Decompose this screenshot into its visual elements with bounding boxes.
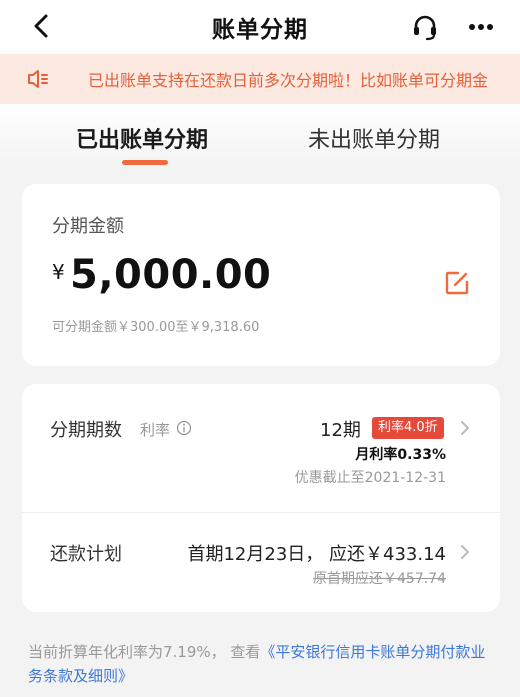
promo-end-date: 优惠截止至2021-12-31 (294, 470, 446, 486)
tab-unbilled-installment[interactable]: 未出账单分期 (308, 122, 440, 154)
notice-banner[interactable]: 已出账单支持在还款日前多次分期啦！比如账单可分期金 (0, 54, 520, 104)
annual-rate-note: 当前折算年化利率为7.19%， 查看 (28, 643, 261, 661)
amount-card: 分期金额 ¥ 5,000.00 可分期金额￥300.00至￥9,318.60 (22, 184, 500, 366)
installment-detail-card: 分期期数 利率 12期 利率4.0折 月利率0.33% 优惠截止至2021-12… (22, 384, 500, 612)
rate-discount-badge: 利率4.0折 (372, 417, 444, 439)
original-first-payment: 原首期应还￥457.74 (313, 571, 446, 587)
repayment-plan-value[interactable]: 首期12月23日， 应还￥433.14 (187, 540, 446, 566)
rate-label: 利率 (140, 421, 171, 439)
chevron-right-icon[interactable] (458, 542, 472, 562)
term-value[interactable]: 12期 (320, 416, 361, 442)
info-icon[interactable] (176, 420, 192, 436)
monthly-rate: 月利率0.33% (355, 447, 446, 463)
tab-billed-installment[interactable]: 已出账单分期 (76, 122, 208, 154)
headset-icon[interactable] (410, 12, 440, 42)
amount-range: 可分期金额￥300.00至￥9,318.60 (52, 320, 260, 335)
edit-icon[interactable] (444, 270, 470, 296)
speaker-icon (28, 70, 48, 88)
active-tab-indicator (122, 160, 168, 165)
nav-bar: 账单分期 (0, 0, 520, 54)
more-icon[interactable] (466, 12, 496, 42)
page-title: 账单分期 (212, 17, 308, 43)
footer-note: 当前折算年化利率为7.19%， 查看《平安银行信用卡账单分期付款业务条款及细则》 (28, 640, 498, 688)
back-arrow-icon[interactable] (26, 10, 58, 42)
notice-text: 已出账单支持在还款日前多次分期啦！比如账单可分期金 (88, 71, 489, 90)
row-divider (22, 512, 500, 513)
repayment-plan-label: 还款计划 (50, 544, 122, 565)
chevron-right-icon[interactable] (458, 418, 472, 438)
term-label: 分期期数 (50, 420, 122, 441)
tab-bar: 已出账单分期 未出账单分期 (0, 104, 520, 170)
installment-amount[interactable]: 5,000.00 (70, 252, 271, 298)
amount-label: 分期金额 (52, 216, 124, 237)
currency-symbol: ¥ (52, 260, 65, 284)
